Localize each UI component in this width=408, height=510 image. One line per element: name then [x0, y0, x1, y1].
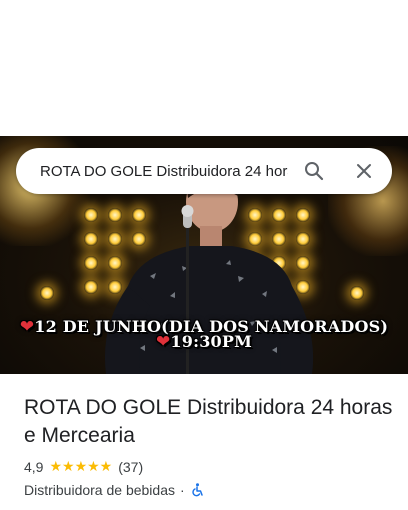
rating-stars: ★★★★★	[49, 459, 113, 475]
place-info: ROTA DO GOLE Distribuidora 24 horas e Me…	[24, 394, 394, 500]
search-input[interactable]	[40, 162, 288, 180]
heart-icon: ❤	[155, 332, 171, 352]
place-title: ROTA DO GOLE Distribuidora 24 horas e Me…	[24, 396, 393, 447]
search-icon	[305, 162, 324, 181]
category-row: Distribuidora de bebidas ·	[24, 480, 394, 500]
rating-row[interactable]: 4,9 ★★★★★ (37)	[24, 458, 394, 476]
rating-value: 4,9	[24, 459, 44, 475]
search-bar	[16, 148, 392, 194]
review-count[interactable]: (37)	[118, 459, 143, 475]
wheelchair-icon	[190, 483, 204, 497]
close-button[interactable]	[352, 159, 376, 183]
place-category: Distribuidora de bebidas	[24, 482, 175, 498]
event-time-text: ❤19:30PM	[155, 332, 253, 352]
close-icon	[357, 164, 371, 178]
separator: ·	[179, 482, 185, 498]
search-button[interactable]	[302, 159, 326, 183]
